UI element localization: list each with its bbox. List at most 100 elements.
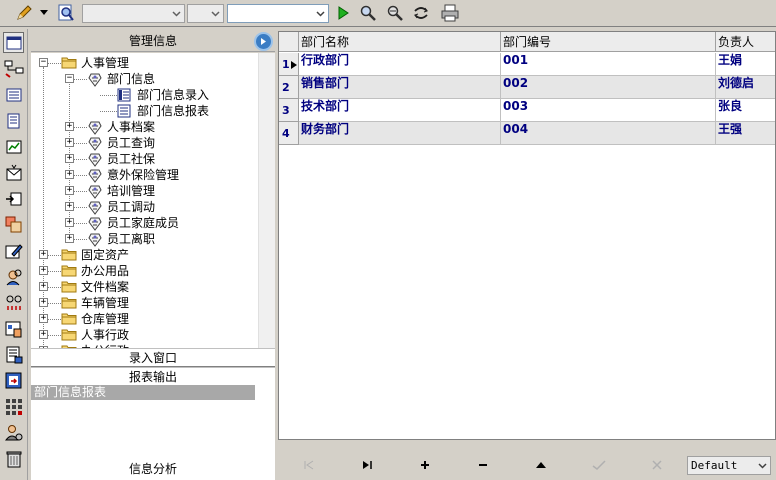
edit-icon[interactable] [530,456,552,474]
grid-icon[interactable] [3,396,24,417]
expand-toggle[interactable]: + [65,170,74,179]
form-icon[interactable] [3,84,24,105]
expand-toggle[interactable]: + [65,202,74,211]
tree-node[interactable]: + 员工调动 [31,199,257,215]
row-indicator[interactable]: 2 [279,76,299,99]
tree-node[interactable]: + 员工离职 [31,231,257,247]
info-analysis-button[interactable]: 信息分析 [31,460,275,480]
toolbar-combo-3[interactable] [227,4,329,23]
expand-toggle[interactable]: + [65,122,74,131]
expand-toggle[interactable]: + [65,154,74,163]
row-indicator[interactable]: 3 [279,99,299,122]
document-icon[interactable] [3,110,24,131]
tree-node[interactable]: + 固定资产 [31,247,257,263]
cell-code[interactable]: 002 [501,76,716,99]
cell-code[interactable]: 004 [501,122,716,145]
refresh-icon[interactable] [411,3,431,23]
tree-node[interactable]: + 车辆管理 [31,295,257,311]
chart-icon[interactable] [3,136,24,157]
cell-manager[interactable]: 刘德启 [716,76,775,99]
expand-toggle[interactable]: + [39,314,48,323]
expand-toggle[interactable]: + [39,250,48,259]
layers-icon[interactable] [3,214,24,235]
tree-node[interactable]: + 员工家庭成员 [31,215,257,231]
first-icon[interactable] [298,456,320,474]
row-indicator[interactable]: 1 [279,53,299,76]
calendar-icon[interactable] [3,318,24,339]
window-icon[interactable] [3,32,24,53]
tree-node[interactable]: + 人事档案 [31,119,257,135]
user-settings-icon[interactable] [3,422,24,443]
toolbar-combo-1[interactable] [82,4,185,23]
report-icon[interactable] [3,344,24,365]
row-indicator[interactable]: 4 [279,122,299,145]
tree-node[interactable]: + 仓库管理 [31,311,257,327]
style-select[interactable]: Default [687,456,771,475]
cell-code[interactable]: 003 [501,99,716,122]
insert-icon[interactable] [414,456,436,474]
collapse-toggle[interactable]: − [65,74,74,83]
tree-node[interactable]: + 意外保险管理 [31,167,257,183]
cell-manager[interactable]: 张良 [716,99,775,122]
tree-node[interactable]: − 部门信息 [31,71,257,87]
tree-node[interactable]: + 员工查询 [31,135,257,151]
toolbar-combo-2[interactable] [187,4,224,23]
pencil-icon[interactable] [14,3,34,23]
tree-node[interactable]: + 办公用品 [31,263,257,279]
expand-toggle[interactable]: + [65,218,74,227]
trash-icon[interactable] [3,448,24,469]
tree-node[interactable]: + 文件档案 [31,279,257,295]
column-header-name[interactable]: 部门名称 [299,32,501,52]
tree-node[interactable]: + 员工社保 [31,151,257,167]
table-row[interactable]: 4 财务部门 004 王强 [279,122,775,145]
expand-toggle[interactable]: + [39,298,48,307]
report-list-item[interactable]: 部门信息报表 [31,385,255,400]
column-header-manager[interactable]: 负责人 [716,32,775,52]
tree-node[interactable]: − 人事管理 [31,55,257,71]
filter-icon[interactable] [385,3,405,23]
collapse-panel-button[interactable] [254,32,273,51]
table-row[interactable]: 1 行政部门 001 王娟 [279,53,775,76]
expand-toggle[interactable]: + [65,138,74,147]
cell-code[interactable]: 001 [501,53,716,76]
cell-manager[interactable]: 王强 [716,122,775,145]
expand-toggle[interactable]: + [39,330,48,339]
entry-window-button[interactable]: 录入窗口 [31,348,275,367]
cell-name[interactable]: 行政部门 [299,53,501,76]
tree-scrollbar[interactable] [258,53,275,376]
run-icon[interactable] [333,3,353,23]
expand-toggle[interactable]: + [39,266,48,275]
expand-toggle[interactable]: + [65,234,74,243]
expand-toggle[interactable]: + [39,282,48,291]
cell-name[interactable]: 销售部门 [299,76,501,99]
post-icon[interactable] [588,456,610,474]
delete-icon[interactable] [472,456,494,474]
module-tree[interactable]: − 人事管理 − 部门信息 部门信息录入 部门信息报表 + 人事档案 + 员工查询 + 员工社保 + 意外… [31,53,275,376]
cell-name[interactable]: 技术部门 [299,99,501,122]
dropdown-arrow-icon[interactable] [38,3,50,23]
cell-name[interactable]: 财务部门 [299,122,501,145]
export-icon[interactable] [3,188,24,209]
print-icon[interactable] [440,3,460,23]
link-icon[interactable] [3,292,24,313]
import-icon[interactable] [3,370,24,391]
tree-node[interactable]: + 人事行政 [31,327,257,343]
table-row[interactable]: 2 销售部门 002 刘德启 [279,76,775,99]
mail-icon[interactable] [3,162,24,183]
cell-manager[interactable]: 王娟 [716,53,775,76]
find-icon[interactable] [56,3,76,23]
user-search-icon[interactable] [3,266,24,287]
report-output-button[interactable]: 报表输出 [31,367,275,386]
collapse-toggle[interactable]: − [39,58,48,67]
expand-toggle[interactable]: + [65,186,74,195]
tree-node[interactable]: 部门信息录入 [31,87,257,103]
cancel-icon[interactable] [646,456,668,474]
tree-node[interactable]: 部门信息报表 [31,103,257,119]
edit-icon[interactable] [3,240,24,261]
query-icon[interactable] [358,3,378,23]
last-icon[interactable] [356,456,378,474]
column-header-code[interactable]: 部门编号 [501,32,716,52]
data-grid[interactable]: 部门名称 部门编号 负责人 1 行政部门 001 王娟 2 销售部门 002 刘… [278,31,776,440]
table-row[interactable]: 3 技术部门 003 张良 [279,99,775,122]
org-chart-icon[interactable] [3,58,24,79]
